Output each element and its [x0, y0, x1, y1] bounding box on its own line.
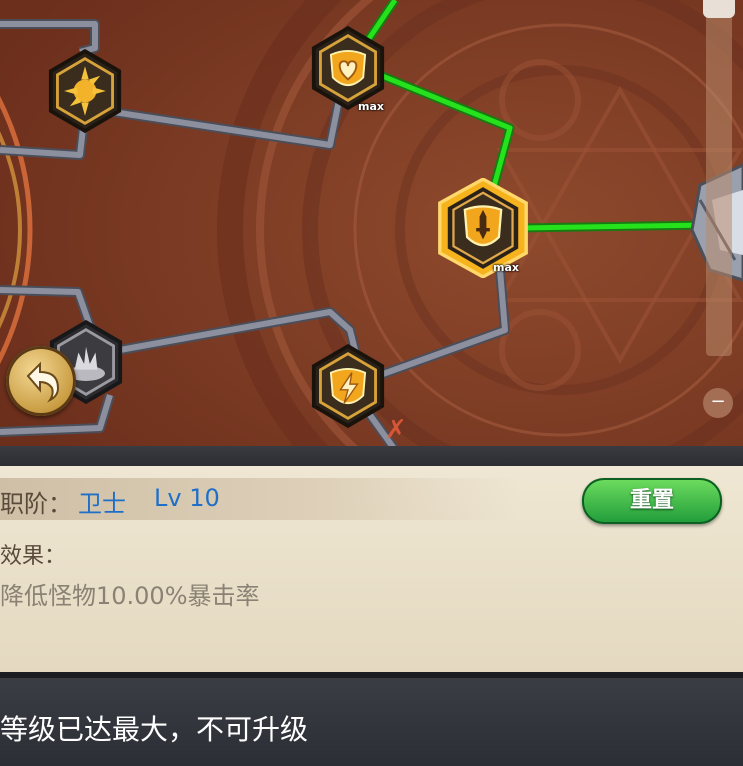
zoom-slider-thumb[interactable] — [703, 0, 735, 18]
zoom-slider-track[interactable] — [706, 0, 732, 356]
skill-tree-canvas[interactable]: ✗ max max − — [0, 0, 743, 460]
reset-button[interactable]: 重置 — [582, 478, 722, 524]
lightning-icon — [329, 367, 367, 405]
max-badge: max — [493, 261, 519, 274]
effect-description: 降低怪物10.00%暴击率 — [0, 582, 260, 610]
skill-node-sun-burst[interactable] — [47, 49, 123, 133]
rank-label: 职阶： — [0, 490, 72, 518]
skill-node-heart-shield[interactable] — [310, 26, 386, 110]
back-arrow-icon — [26, 361, 60, 403]
svg-text:✗: ✗ — [385, 415, 407, 445]
heart-icon — [329, 49, 367, 87]
notice-text: 等级已达最大，不可升级 — [0, 713, 309, 746]
max-badge: max — [358, 100, 384, 113]
rank-value: 卫士 — [78, 490, 126, 518]
sword-icon — [463, 205, 503, 247]
panel-divider — [0, 446, 743, 468]
back-button[interactable] — [6, 346, 76, 416]
effect-label: 效果： — [0, 544, 67, 569]
level-value: Lv 10 — [154, 484, 220, 512]
skill-node-lightning-shield[interactable] — [310, 344, 386, 428]
zoom-out-button[interactable]: − — [703, 388, 733, 418]
